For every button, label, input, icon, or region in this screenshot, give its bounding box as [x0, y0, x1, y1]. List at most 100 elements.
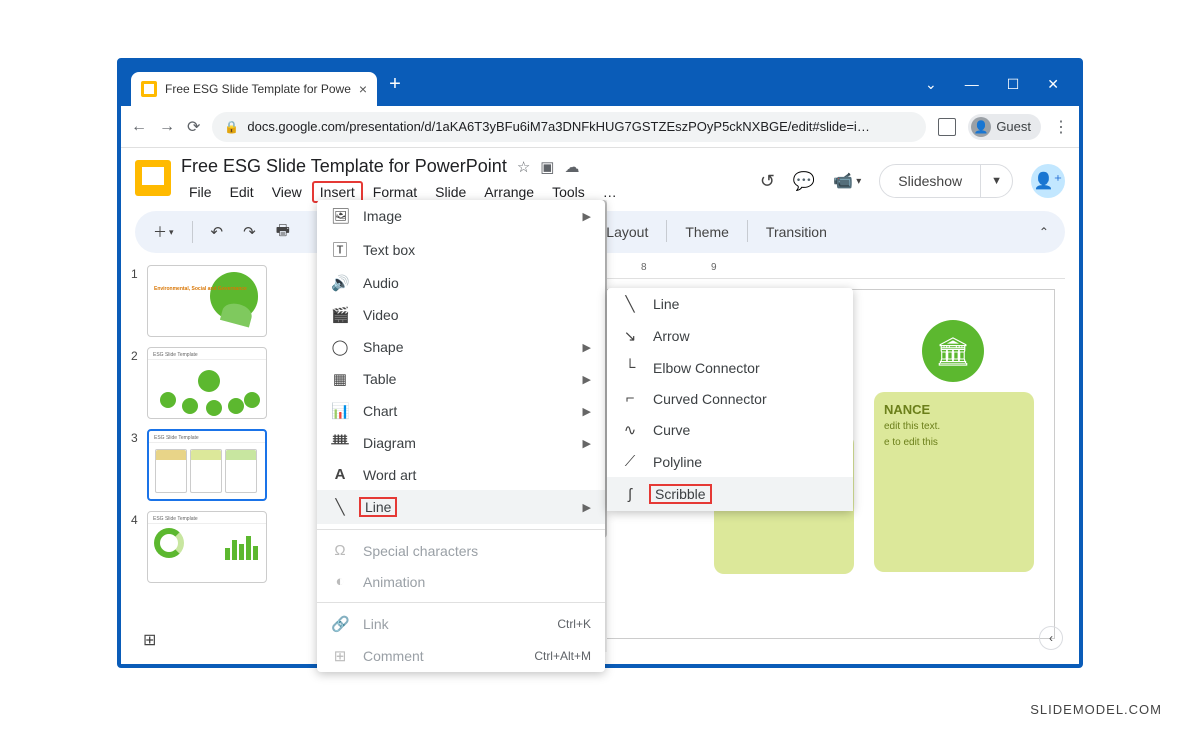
- label: Text box: [363, 242, 415, 258]
- menu-item-shape[interactable]: ◯Shape▶: [317, 331, 605, 363]
- thumb3-header: ESG Slide Template: [149, 431, 265, 443]
- app-header: Free ESG Slide Template for PowerPoint ☆…: [121, 148, 1079, 203]
- thumb-row: 1 Environmental, Social and Governance: [131, 265, 271, 337]
- slide-thumbnail-2[interactable]: ESG Slide Template: [147, 347, 267, 419]
- new-slide-button[interactable]: ＋ ▾: [147, 218, 180, 246]
- cloud-status-icon: ☁: [564, 158, 579, 176]
- circle-graphic: [228, 398, 244, 414]
- label: Word art: [363, 467, 416, 483]
- menu-item-table[interactable]: ▦Table▶: [317, 363, 605, 395]
- submenu-item-arrow[interactable]: ↘ Arrow: [607, 320, 853, 352]
- menu-edit[interactable]: Edit: [222, 181, 262, 203]
- avatar-icon: 👤: [971, 117, 991, 137]
- profile-chip[interactable]: 👤 Guest: [968, 114, 1041, 140]
- slide-thumbnail-3[interactable]: ESG Slide Template: [147, 429, 267, 501]
- print-icon[interactable]: 🖶: [270, 216, 296, 249]
- undo-icon[interactable]: ↶: [205, 219, 230, 245]
- circle-graphic: [198, 370, 220, 392]
- new-tab-button[interactable]: +: [389, 73, 401, 96]
- label: Line: [653, 296, 679, 312]
- submenu-item-curved[interactable]: ⌐Curved Connector: [607, 383, 853, 414]
- shortcut: Ctrl+K: [557, 617, 591, 631]
- toolbar-collapse-icon[interactable]: ⌃: [1035, 225, 1053, 239]
- submenu-arrow-icon: ▶: [583, 341, 591, 354]
- menu-view[interactable]: View: [264, 181, 310, 203]
- gov-text2: e to edit this: [884, 436, 1024, 449]
- reload-icon[interactable]: ⟳: [187, 117, 200, 137]
- label: Polyline: [653, 454, 702, 470]
- share-button[interactable]: 👤⁺: [1031, 164, 1065, 198]
- meet-button[interactable]: 📹 ▾: [833, 171, 861, 191]
- animation-icon: ◐: [331, 573, 349, 590]
- menu-item-textbox[interactable]: 🅃Text box: [317, 232, 605, 267]
- submenu-item-line[interactable]: ╲Line: [607, 288, 853, 320]
- arrow-icon: ↘: [621, 327, 639, 345]
- forward-icon[interactable]: →: [159, 118, 175, 136]
- submenu-item-curve[interactable]: ∿Curve: [607, 414, 853, 446]
- document-title[interactable]: Free ESG Slide Template for PowerPoint: [181, 156, 507, 177]
- menu-item-image[interactable]: 🖼Image▶: [317, 200, 605, 232]
- slide-thumbnail-1[interactable]: Environmental, Social and Governance: [147, 265, 267, 337]
- slideshow-main[interactable]: Slideshow: [880, 165, 981, 197]
- close-icon[interactable]: ✕: [1047, 76, 1059, 93]
- thumb-row: 2 ESG Slide Template: [131, 347, 271, 419]
- link-icon: 🔗: [331, 615, 349, 633]
- redo-icon[interactable]: ↷: [237, 219, 262, 245]
- circle-graphic: [160, 392, 176, 408]
- special-chars-icon: Ω: [331, 542, 349, 559]
- menu-dots-icon[interactable]: ⋮: [1053, 117, 1069, 137]
- governance-circle-icon: 🏛: [922, 320, 984, 382]
- history-icon[interactable]: ↺: [760, 171, 775, 192]
- move-folder-icon[interactable]: ▣: [540, 158, 554, 176]
- label: Arrow: [653, 328, 690, 344]
- label: Comment: [363, 648, 424, 664]
- tab-close-icon[interactable]: ×: [359, 81, 367, 97]
- chart-icon: 📊: [331, 402, 349, 420]
- slide-thumbnail-4[interactable]: ESG Slide Template: [147, 511, 267, 583]
- submenu-item-elbow[interactable]: └Elbow Connector: [607, 352, 853, 383]
- extension-icon[interactable]: [938, 118, 956, 136]
- menu-item-line[interactable]: ╲Line▶: [317, 490, 605, 524]
- thumb-number: 4: [131, 511, 141, 527]
- menu-item-video[interactable]: 🎬Video: [317, 299, 605, 331]
- label: Shape: [363, 339, 403, 355]
- menu-file[interactable]: File: [181, 181, 220, 203]
- divider: [317, 602, 605, 603]
- menu-item-wordart[interactable]: A Word art: [317, 459, 605, 490]
- menu-item-special-chars: ΩSpecial characters: [317, 535, 605, 566]
- label: Elbow Connector: [653, 360, 760, 376]
- star-icon[interactable]: ☆: [517, 158, 530, 176]
- slides-logo-icon[interactable]: [135, 160, 171, 196]
- separator: [666, 220, 667, 242]
- thumb-number: 3: [131, 429, 141, 445]
- back-icon[interactable]: ←: [131, 118, 147, 136]
- side-panel-toggle[interactable]: ‹: [1039, 626, 1063, 650]
- curved-connector-icon: ⌐: [621, 390, 639, 407]
- slideshow-dropdown[interactable]: ▼: [981, 167, 1012, 195]
- menu-item-audio[interactable]: 🔊Audio: [317, 267, 605, 299]
- label: Line: [359, 497, 397, 517]
- submenu-item-polyline[interactable]: ⟋Polyline: [607, 446, 853, 477]
- layout-button[interactable]: Layout: [598, 220, 656, 244]
- browser-tab[interactable]: Free ESG Slide Template for Powe ×: [131, 72, 377, 106]
- ruler-tick: 8: [641, 262, 647, 273]
- maximize-icon[interactable]: ☐: [1007, 76, 1020, 93]
- chevron-down-icon[interactable]: ⌄: [925, 76, 937, 93]
- slide-thumbnails-panel: 1 Environmental, Social and Governance 2…: [121, 259, 281, 655]
- menu-item-diagram[interactable]: ᚙDiagram▶: [317, 427, 605, 459]
- circle-graphic: [244, 392, 260, 408]
- url-input[interactable]: 🔒 docs.google.com/presentation/d/1aKA6T3…: [212, 112, 926, 142]
- menu-item-chart[interactable]: 📊Chart▶: [317, 395, 605, 427]
- theme-button[interactable]: Theme: [677, 220, 737, 244]
- grid-view-icon[interactable]: ⊞: [143, 630, 156, 650]
- insert-dropdown: 🖼Image▶ 🅃Text box 🔊Audio 🎬Video ◯Shape▶ …: [317, 200, 605, 672]
- thumb-number: 2: [131, 347, 141, 363]
- comment-icon: ⊞: [331, 647, 349, 665]
- transition-button[interactable]: Transition: [758, 220, 835, 244]
- divider: [317, 529, 605, 530]
- minimize-icon[interactable]: ―: [965, 76, 979, 92]
- comments-icon[interactable]: 💬: [793, 171, 815, 192]
- submenu-item-scribble[interactable]: ʃScribble: [607, 477, 853, 511]
- wordart-icon: A: [331, 466, 349, 483]
- titlebar: Free ESG Slide Template for Powe × + ⌄ ―…: [121, 62, 1079, 106]
